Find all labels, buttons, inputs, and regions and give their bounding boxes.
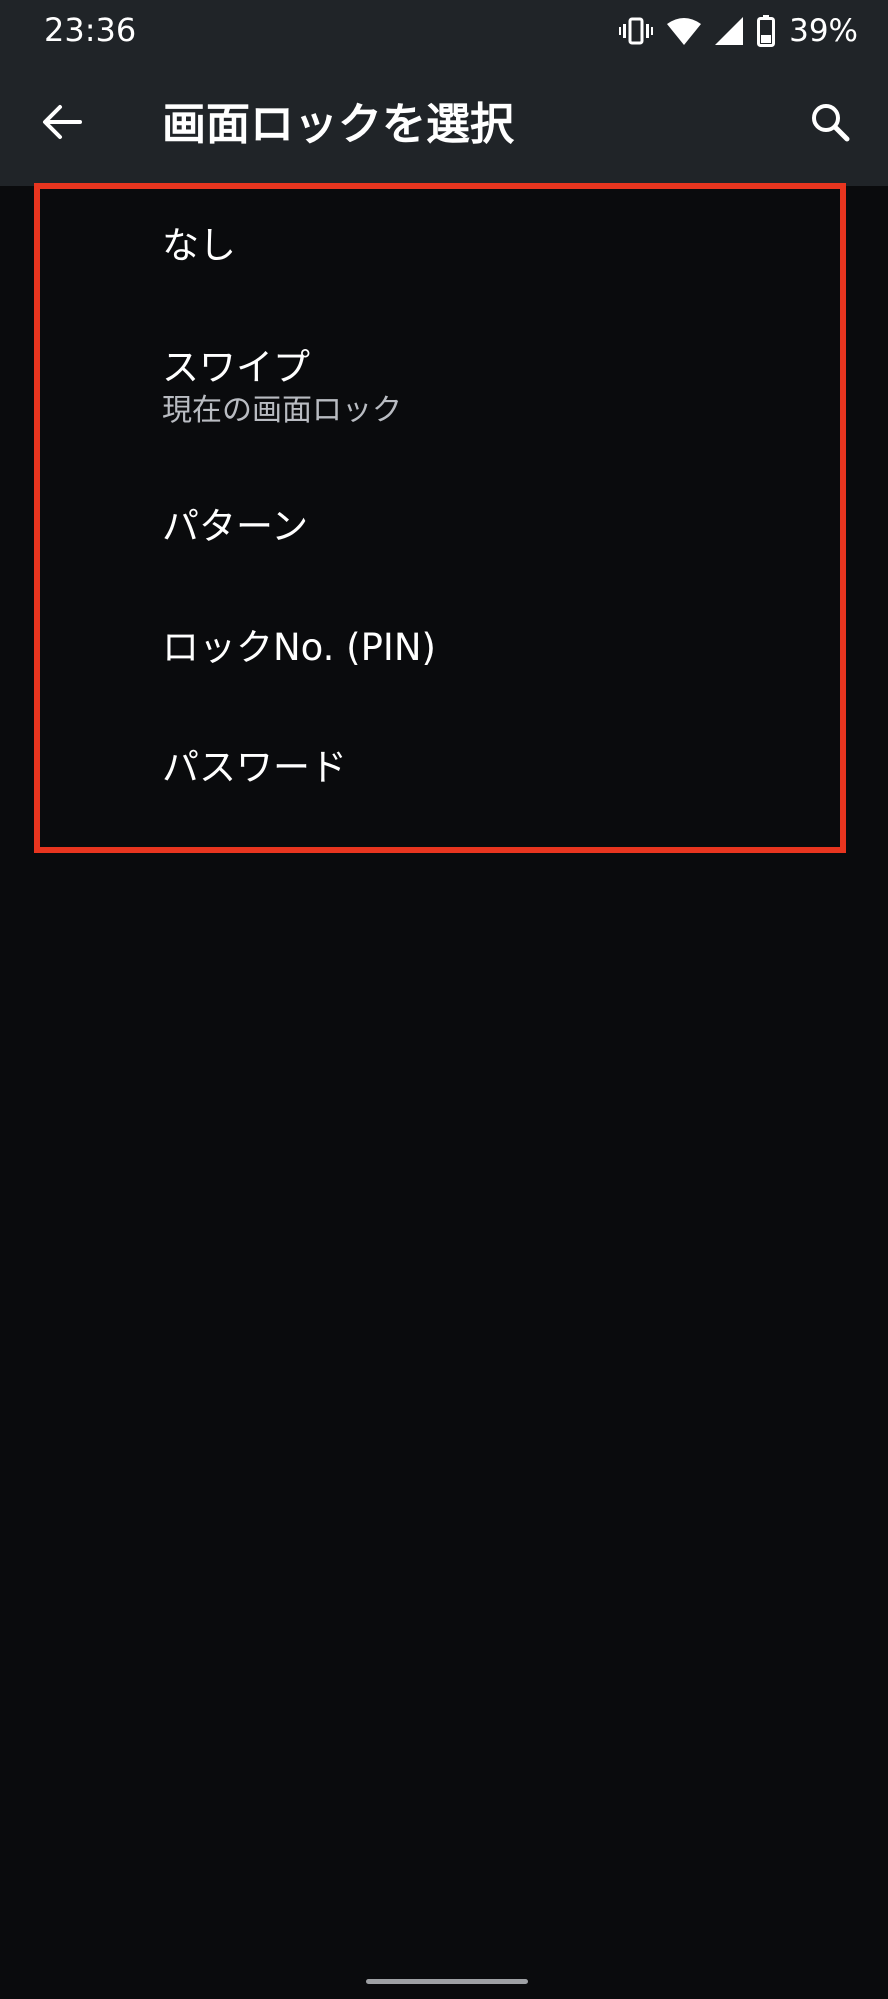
lock-option-swipe[interactable]: スワイプ 現在の画面ロック xyxy=(0,300,888,463)
lock-option-pattern[interactable]: パターン xyxy=(0,463,888,585)
battery-icon xyxy=(757,15,776,47)
arrow-left-icon xyxy=(42,104,82,144)
lock-option-label: パターン xyxy=(162,505,309,548)
screen: 23:36 39% 画面ロックを選択 なし スワイプ 現在の画面ロック パターン… xyxy=(0,0,888,1999)
vibrate-icon xyxy=(619,16,654,46)
lock-option-label: ロックNo. (PIN) xyxy=(162,626,436,669)
back-button[interactable] xyxy=(30,92,94,156)
lock-option-label: スワイプ xyxy=(162,346,310,389)
lock-option-pin[interactable]: ロックNo. (PIN) xyxy=(0,585,888,707)
lock-option-label: パスワード xyxy=(162,746,347,789)
current-lock-summary: 現在の画面ロック xyxy=(162,393,402,428)
signal-icon xyxy=(715,17,744,45)
page-title: 画面ロックを選択 xyxy=(162,99,514,150)
wifi-icon xyxy=(667,17,702,45)
screen-lock-options-list: なし スワイプ 現在の画面ロック パターン ロックNo. (PIN) パスワード xyxy=(0,186,888,829)
lock-option-none[interactable]: なし xyxy=(0,186,888,300)
gesture-nav-handle[interactable] xyxy=(366,1979,528,1984)
status-icons: 39% xyxy=(619,12,858,50)
app-bar: 画面ロックを選択 xyxy=(0,62,888,186)
status-time: 23:36 xyxy=(44,11,137,49)
status-bar: 23:36 39% xyxy=(0,0,888,62)
header: 23:36 39% 画面ロックを選択 xyxy=(0,0,888,186)
search-button[interactable] xyxy=(796,90,864,158)
lock-option-label: なし xyxy=(162,224,236,267)
lock-option-password[interactable]: パスワード xyxy=(0,707,888,829)
battery-percent: 39% xyxy=(789,13,858,49)
search-icon xyxy=(810,102,850,146)
